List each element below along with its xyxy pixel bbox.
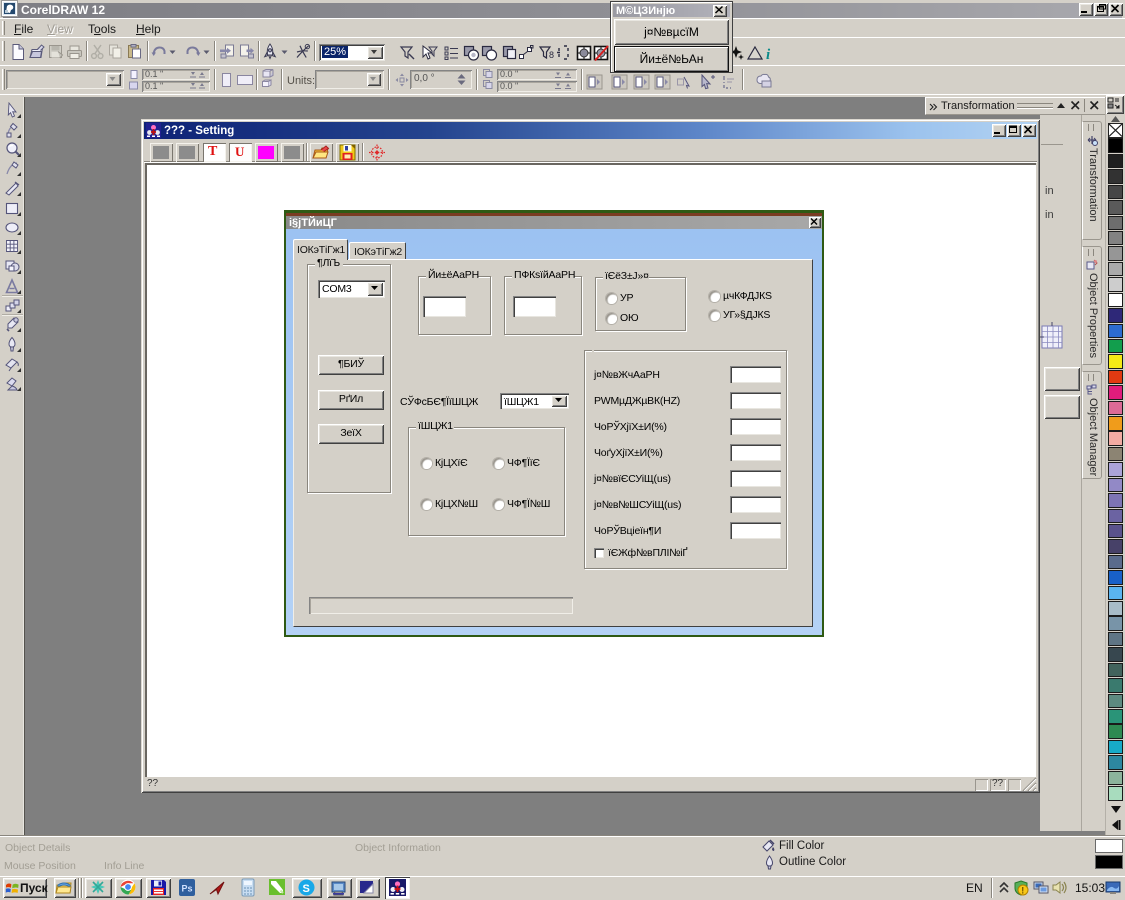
svg-text:S: S xyxy=(303,883,310,895)
svg-text:Ps: Ps xyxy=(182,884,193,894)
svg-text:8: 8 xyxy=(549,50,554,60)
svg-text:i: i xyxy=(766,47,771,62)
svg-text:!: ! xyxy=(1021,886,1024,896)
